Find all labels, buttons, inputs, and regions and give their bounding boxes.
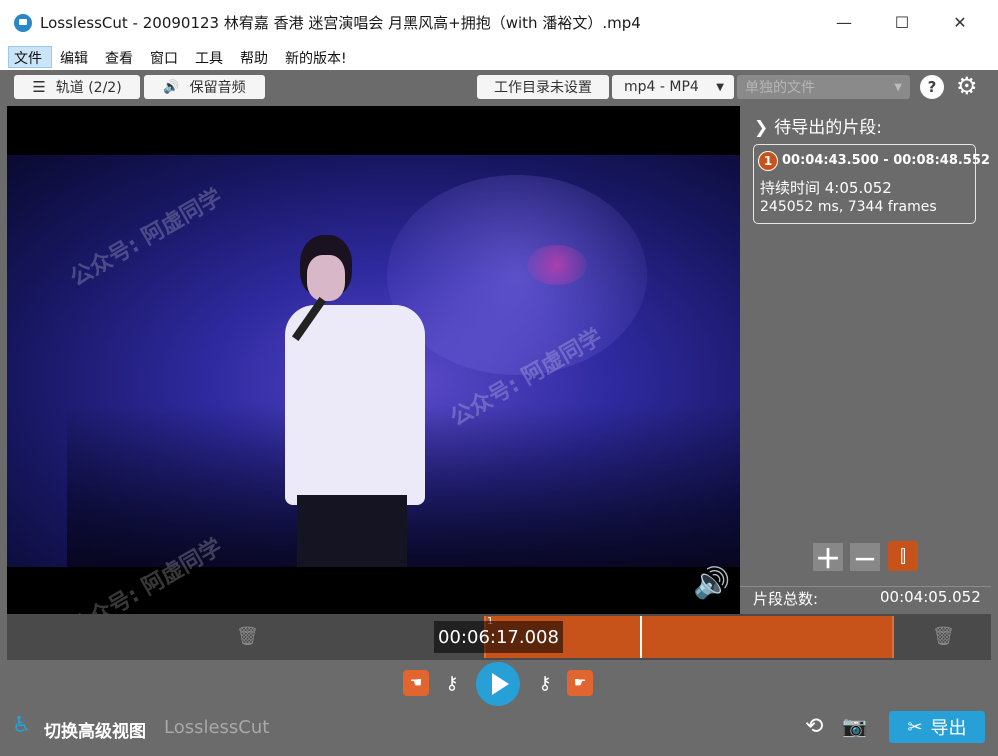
help-icon[interactable]: ? — [920, 75, 944, 99]
video-frame — [7, 155, 740, 567]
camera-icon[interactable]: 📷 — [842, 714, 867, 738]
singer-pants — [297, 495, 407, 567]
output-mode-placeholder: 单独的文件 — [745, 80, 815, 96]
menu-help[interactable]: 帮助 — [240, 48, 268, 68]
accessibility-icon[interactable]: ♿ — [12, 713, 32, 738]
segment-range: 00:04:43.500 - 00:08:48.552 — [782, 153, 990, 168]
singer-face — [307, 255, 345, 301]
segment-index-badge: 1 — [758, 151, 778, 171]
window-title: LosslessCut - 20090123 林宥嘉 香港 迷宫演唱会 月黑风高… — [40, 14, 641, 32]
toggle-advanced-view[interactable]: 切换高级视图 — [44, 717, 146, 742]
minus-icon: － — [853, 545, 877, 574]
output-mode-select[interactable]: 单独的文件 ▼ — [737, 75, 910, 99]
app-name-label: LosslessCut — [164, 717, 270, 738]
scissors-icon: ✂ — [907, 716, 923, 738]
stage-light — [387, 175, 647, 375]
segments-total-value: 00:04:05.052 — [880, 588, 981, 606]
chevron-right-icon: ❯ — [754, 118, 769, 138]
menu-file[interactable]: 文件 — [14, 48, 42, 68]
remove-segment-button[interactable]: － — [850, 543, 880, 574]
key-icon[interactable]: ⚷ — [530, 670, 560, 696]
add-segment-button[interactable]: ＋ — [813, 543, 843, 575]
trash-icon[interactable]: 🗑 — [236, 626, 259, 647]
chevron-down-icon: ▼ — [716, 81, 724, 93]
menu-edit[interactable]: 编辑 — [60, 48, 88, 68]
play-icon — [492, 673, 509, 695]
app-logo-icon — [14, 14, 32, 32]
divider — [740, 586, 991, 587]
format-value: mp4 - MP4 — [624, 79, 699, 95]
menu-lines-icon: ☰ — [32, 78, 46, 96]
export-button[interactable]: ✂ 导出 — [889, 711, 985, 743]
volume-icon[interactable]: 🔊 — [693, 566, 730, 601]
rotate-icon[interactable]: ⟲ — [805, 714, 823, 739]
keep-audio-button[interactable]: 🔊 保留音频 — [144, 75, 265, 99]
tracks-label: 轨道 (2/2) — [55, 80, 122, 96]
playhead[interactable] — [640, 616, 642, 658]
export-label: 导出 — [930, 718, 967, 739]
keep-audio-label: 保留音频 — [189, 80, 246, 96]
segment-duration: 持续时间 4:05.052 — [760, 179, 892, 197]
speaker-icon: 🔊 — [163, 79, 180, 95]
segments-title-label: 待导出的片段: — [774, 118, 882, 138]
key-icon[interactable]: ⚷ — [437, 670, 467, 696]
segment-details: 245052 ms, 7344 frames — [760, 199, 937, 215]
current-time[interactable]: 00:06:17.008 — [434, 621, 563, 653]
segments-total-label: 片段总数: — [753, 590, 819, 608]
menu-window[interactable]: 窗口 — [150, 48, 178, 68]
set-start-hand-icon[interactable]: ☚ — [403, 670, 429, 696]
minimize-button[interactable]: — — [815, 0, 873, 44]
menu-tools[interactable]: 工具 — [195, 48, 223, 68]
maximize-button[interactable]: ☐ — [873, 0, 931, 44]
menu-new-version[interactable]: 新的版本! — [285, 48, 347, 68]
stage-light — [527, 245, 587, 285]
workdir-button[interactable]: 工作目录未设置 — [477, 75, 609, 99]
split-icon: ⫿ — [900, 545, 906, 567]
tracks-button[interactable]: ☰ 轨道 (2/2) — [14, 75, 140, 99]
format-select[interactable]: mp4 - MP4 ▼ — [612, 75, 734, 99]
play-button[interactable] — [476, 662, 520, 706]
set-end-hand-icon[interactable]: ☛ — [567, 670, 593, 696]
gear-icon[interactable]: ⚙ — [956, 72, 978, 100]
plus-icon: ＋ — [814, 544, 841, 575]
close-button[interactable]: ✕ — [931, 0, 989, 44]
menu-view[interactable]: 查看 — [105, 48, 133, 68]
segment-split-button[interactable]: ⫿ — [888, 541, 918, 571]
trash-icon[interactable]: 🗑 — [932, 626, 955, 647]
chevron-down-icon: ▼ — [894, 81, 902, 93]
singer-shirt — [285, 305, 425, 505]
segment-card[interactable]: 1 00:04:43.500 - 00:08:48.552 持续时间 4:05.… — [753, 144, 990, 224]
segments-title[interactable]: ❯ 待导出的片段: — [754, 113, 882, 138]
